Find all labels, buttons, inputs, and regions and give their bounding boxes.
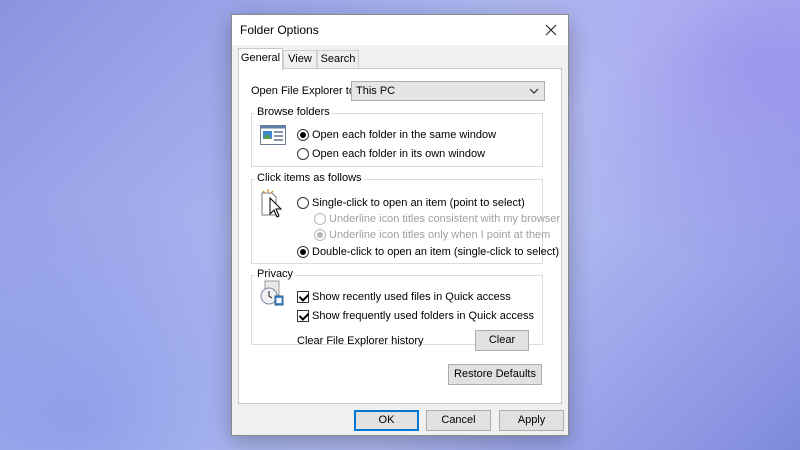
clear-history-label: Clear File Explorer history xyxy=(297,335,424,347)
radio-own-window-label[interactable]: Open each folder in its own window xyxy=(312,148,485,160)
open-explorer-label: Open File Explorer to: xyxy=(251,85,358,97)
clear-button[interactable]: Clear xyxy=(475,330,529,351)
radio-underline-point xyxy=(314,229,326,241)
privacy-clock-icon xyxy=(260,280,284,306)
radio-same-window[interactable] xyxy=(297,129,309,141)
ok-button[interactable]: OK xyxy=(354,410,419,431)
cursor-click-icon xyxy=(261,189,283,218)
checkbox-recent-files-label[interactable]: Show recently used files in Quick access xyxy=(312,291,511,303)
tab-search[interactable]: Search xyxy=(317,50,359,69)
radio-underline-consistent xyxy=(314,213,326,225)
click-items-label: Click items as follows xyxy=(255,172,364,184)
open-explorer-value: This PC xyxy=(356,85,396,97)
checkbox-recent-files[interactable] xyxy=(297,291,309,303)
apply-button[interactable]: Apply xyxy=(499,410,564,431)
restore-defaults-button[interactable]: Restore Defaults xyxy=(448,364,542,385)
folder-options-dialog: Folder Options General View Search Open … xyxy=(231,14,569,436)
cancel-button[interactable]: Cancel xyxy=(426,410,491,431)
radio-own-window[interactable] xyxy=(297,148,309,160)
radio-single-click[interactable] xyxy=(297,197,309,209)
tab-general[interactable]: General xyxy=(238,48,283,70)
radio-underline-consistent-label: Underline icon titles consistent with my… xyxy=(329,213,561,225)
folder-window-icon xyxy=(260,125,286,145)
browse-folders-label: Browse folders xyxy=(255,106,332,118)
close-icon xyxy=(545,24,557,36)
close-button[interactable] xyxy=(534,15,568,45)
general-tab-panel: Open File Explorer to: This PC Browse fo… xyxy=(238,68,562,404)
checkbox-frequent-folders-label[interactable]: Show frequently used folders in Quick ac… xyxy=(312,310,534,322)
radio-underline-point-label: Underline icon titles only when I point … xyxy=(329,229,551,241)
open-explorer-select[interactable]: This PC xyxy=(351,81,545,101)
radio-same-window-label[interactable]: Open each folder in the same window xyxy=(312,129,496,141)
tab-view[interactable]: View xyxy=(283,50,317,69)
radio-double-click[interactable] xyxy=(297,246,309,258)
privacy-label: Privacy xyxy=(255,268,296,280)
window-title: Folder Options xyxy=(240,23,319,37)
chevron-down-icon xyxy=(529,88,539,94)
radio-single-click-label[interactable]: Single-click to open an item (point to s… xyxy=(312,197,525,209)
radio-double-click-label[interactable]: Double-click to open an item (single-cli… xyxy=(312,246,559,258)
title-bar: Folder Options xyxy=(232,15,568,45)
checkbox-frequent-folders[interactable] xyxy=(297,310,309,322)
